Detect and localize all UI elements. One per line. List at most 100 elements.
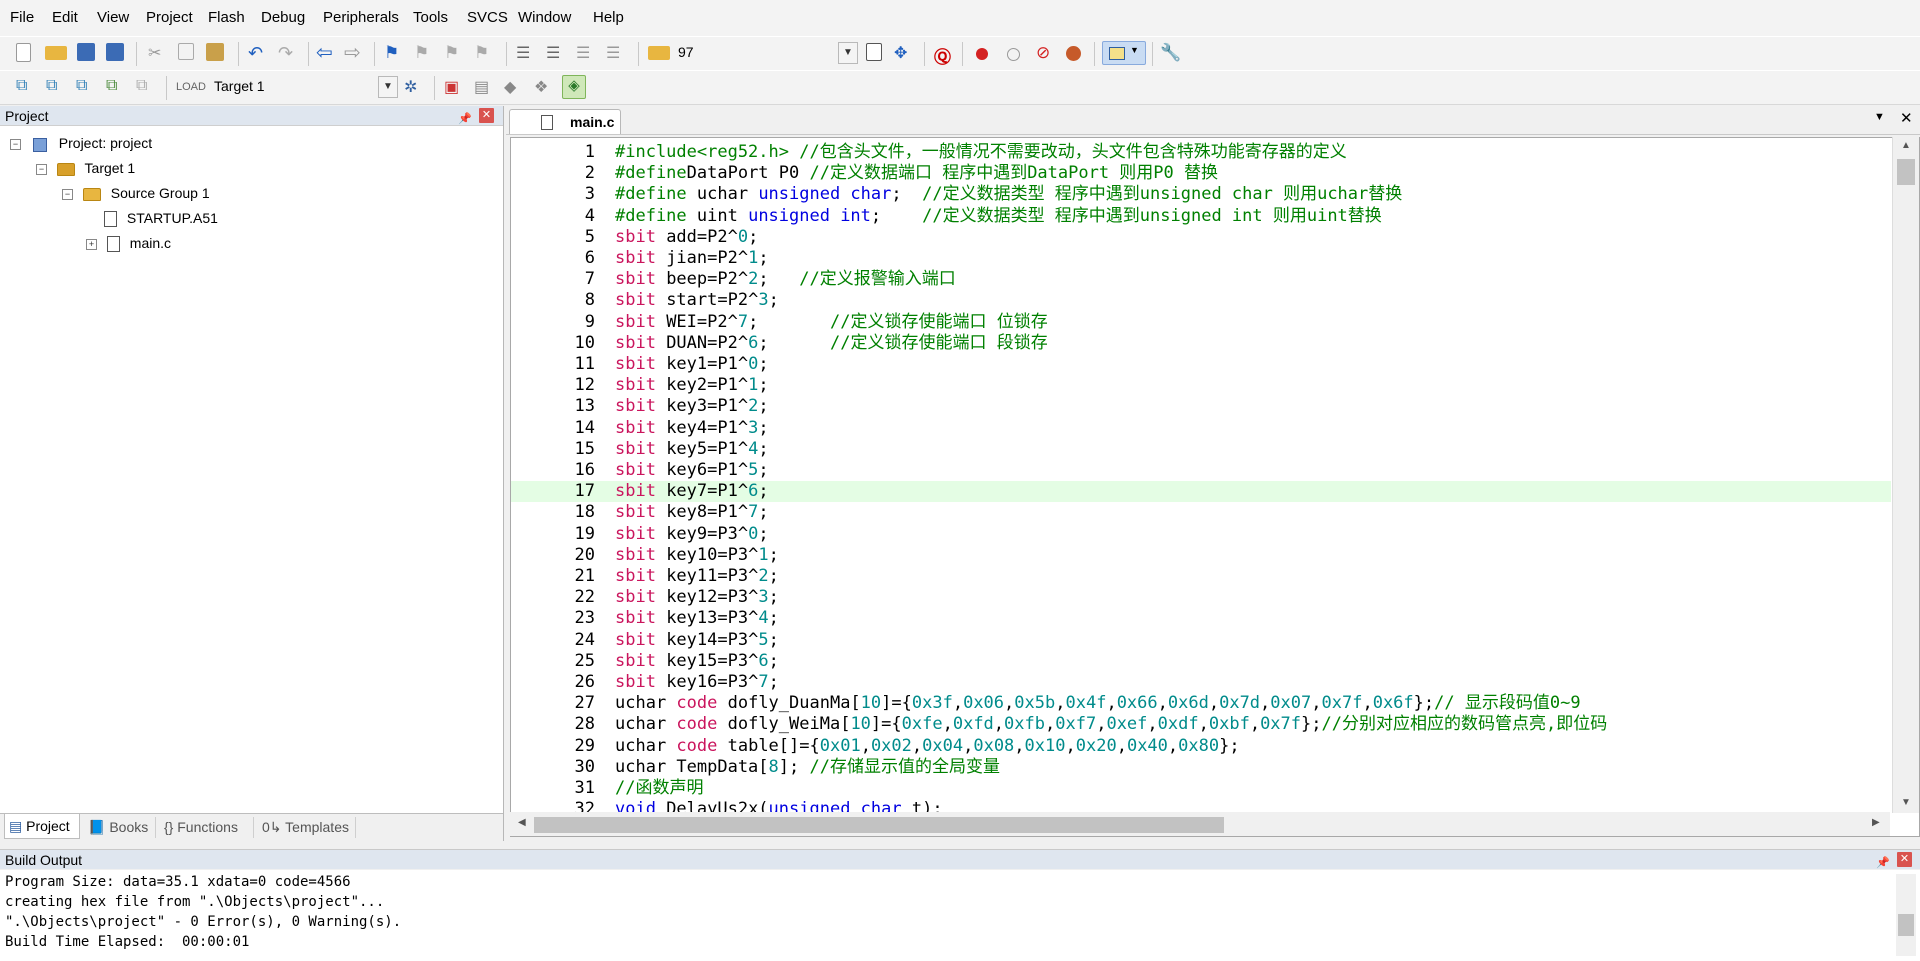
- code-line[interactable]: 26 sbit key16=P3^7;: [511, 672, 1891, 693]
- tree-project[interactable]: − Project: project: [10, 132, 152, 154]
- paste-icon[interactable]: [206, 43, 224, 61]
- menu-tools[interactable]: Tools: [413, 9, 448, 26]
- menu-debug[interactable]: Debug: [261, 9, 305, 26]
- indent-icon[interactable]: ☰: [516, 43, 538, 63]
- code-line[interactable]: 14 sbit key4=P1^3;: [511, 418, 1891, 439]
- menu-edit[interactable]: Edit: [52, 9, 78, 26]
- code-line[interactable]: 21 sbit key11=P3^2;: [511, 566, 1891, 587]
- tab-list-icon[interactable]: ▼: [1874, 111, 1885, 123]
- collapse-icon[interactable]: −: [10, 138, 21, 150]
- code-line[interactable]: 19 sbit key9=P3^0;: [511, 524, 1891, 545]
- code-line[interactable]: 28 uchar code dofly_WeiMa[10]={0xfe,0xfd,…: [511, 714, 1891, 735]
- code-line[interactable]: 13 sbit key3=P1^2;: [511, 396, 1891, 417]
- code-line[interactable]: 30 uchar TempData[8]; //存储显示值的全局变量: [511, 757, 1891, 778]
- manage-run-time-icon[interactable]: ◆: [504, 77, 526, 97]
- tab-functions[interactable]: {} Functions: [160, 817, 254, 838]
- scroll-up-icon[interactable]: ▲: [1901, 140, 1911, 151]
- tree-file[interactable]: + main.c: [86, 232, 171, 254]
- tree-group[interactable]: − Source Group 1: [62, 182, 210, 204]
- pack-installer-icon[interactable]: ❖: [534, 77, 556, 97]
- window-layout-button[interactable]: ▼: [1102, 41, 1146, 65]
- code-line[interactable]: 2 #defineDataPort P0 //定义数据端口 程序中遇到DataPo…: [511, 163, 1891, 184]
- code-line[interactable]: 8 sbit start=P2^3;: [511, 290, 1891, 311]
- code-line[interactable]: 22 sbit key12=P3^3;: [511, 587, 1891, 608]
- open-file-icon[interactable]: [45, 46, 67, 60]
- scroll-left-icon[interactable]: ◀: [518, 817, 526, 828]
- code-line[interactable]: 16 sbit key6=P1^5;: [511, 460, 1891, 481]
- find-combo[interactable]: 97 ▼: [672, 42, 858, 64]
- copy-icon[interactable]: [178, 43, 194, 60]
- clear-bookmarks-icon[interactable]: ⚑: [474, 43, 496, 63]
- collapse-icon[interactable]: −: [62, 188, 73, 200]
- debug-session-icon[interactable]: Ⓠ: [934, 43, 956, 67]
- menu-window[interactable]: Window: [518, 9, 571, 26]
- redo-icon[interactable]: ↷: [278, 43, 300, 63]
- new-file-icon[interactable]: [16, 43, 31, 62]
- close-editor-icon[interactable]: ✕: [1900, 109, 1913, 127]
- batch-build-icon[interactable]: ⧉: [106, 77, 128, 97]
- kill-all-breakpoints-icon[interactable]: [1066, 46, 1081, 61]
- scroll-right-icon[interactable]: ▶: [1872, 817, 1880, 828]
- chevron-down-icon[interactable]: ▼: [378, 76, 398, 98]
- scroll-down-icon[interactable]: ▼: [1901, 797, 1911, 808]
- vertical-scrollbar[interactable]: ▲ ▼: [1892, 137, 1919, 813]
- menu-peripherals[interactable]: Peripherals: [323, 9, 399, 26]
- code-line[interactable]: 18 sbit key8=P1^7;: [511, 502, 1891, 523]
- chevron-down-icon[interactable]: ▼: [838, 42, 858, 64]
- select-packs-icon[interactable]: ▤: [474, 77, 496, 97]
- code-line[interactable]: 25 sbit key15=P3^6;: [511, 651, 1891, 672]
- horizontal-scrollbar[interactable]: ◀ ▶: [510, 812, 1890, 836]
- build-icon[interactable]: ⧉: [46, 77, 68, 97]
- menu-file[interactable]: File: [10, 9, 34, 26]
- scroll-thumb[interactable]: [1897, 159, 1915, 185]
- code-line[interactable]: 27 uchar code dofly_DuanMa[10]={0x3f,0x06…: [511, 693, 1891, 714]
- find-in-files-icon[interactable]: [648, 46, 670, 60]
- comment-icon[interactable]: ☰: [576, 43, 598, 63]
- close-icon[interactable]: ✕: [1897, 852, 1912, 867]
- menu-view[interactable]: View: [97, 9, 129, 26]
- disable-all-breakpoints-icon[interactable]: ⊘: [1036, 43, 1058, 63]
- target-options-icon[interactable]: ✲: [404, 77, 426, 97]
- disable-breakpoint-icon[interactable]: [1007, 48, 1020, 61]
- scroll-thumb[interactable]: [1898, 914, 1914, 936]
- nav-forward-icon[interactable]: ⇨: [344, 43, 366, 63]
- tree-target[interactable]: − Target 1: [36, 157, 135, 179]
- code-line[interactable]: 9 sbit WEI=P2^7; //定义锁存使能端口 位锁存: [511, 312, 1891, 333]
- device-database-icon[interactable]: ◈: [562, 75, 586, 99]
- code-line[interactable]: 3 #define uchar unsigned char; //定义数据类型 程…: [511, 184, 1891, 205]
- scroll-thumb[interactable]: [534, 817, 1224, 833]
- tab-main-c[interactable]: main.c: [509, 109, 621, 134]
- target-select[interactable]: Target 1 ▼: [208, 76, 398, 98]
- manage-project-items-icon[interactable]: ▣: [444, 77, 466, 97]
- code-line[interactable]: 5 sbit add=P2^0;: [511, 227, 1891, 248]
- next-bookmark-icon[interactable]: ⚑: [444, 43, 466, 63]
- pin-icon[interactable]: 📌: [458, 109, 472, 129]
- code-line[interactable]: 10 sbit DUAN=P2^6; //定义锁存使能端口 段锁存: [511, 333, 1891, 354]
- code-line[interactable]: 12 sbit key2=P1^1;: [511, 375, 1891, 396]
- code-line[interactable]: 15 sbit key5=P1^4;: [511, 439, 1891, 460]
- save-all-icon[interactable]: [106, 43, 124, 61]
- save-icon[interactable]: [77, 43, 95, 61]
- code-line[interactable]: 23 sbit key13=P3^4;: [511, 608, 1891, 629]
- code-line[interactable]: 24 sbit key14=P3^5;: [511, 630, 1891, 651]
- incremental-find-icon[interactable]: ✥: [894, 43, 916, 63]
- configure-wrench-icon[interactable]: 🔧: [1160, 43, 1182, 63]
- expand-icon[interactable]: +: [86, 238, 97, 250]
- find-icon[interactable]: [866, 43, 882, 61]
- menu-svcs[interactable]: SVCS: [467, 9, 508, 26]
- close-icon[interactable]: ✕: [479, 108, 494, 123]
- code-line[interactable]: 4 #define uint unsigned int; //定义数据类型 程序中…: [511, 206, 1891, 227]
- code-line[interactable]: 31 //函数声明: [511, 778, 1891, 799]
- tab-project[interactable]: ▤ Project: [4, 814, 80, 839]
- code-line[interactable]: 17 sbit key7=P1^6;: [511, 481, 1891, 503]
- tab-templates[interactable]: 0↳ Templates: [258, 817, 356, 838]
- code-line[interactable]: 7 sbit beep=P2^2; //定义报警输入端口: [511, 269, 1891, 290]
- collapse-icon[interactable]: −: [36, 163, 47, 175]
- menu-help[interactable]: Help: [593, 9, 624, 26]
- menu-project[interactable]: Project: [146, 9, 193, 26]
- code-line[interactable]: 11 sbit key1=P1^0;: [511, 354, 1891, 375]
- download-icon[interactable]: LOAD: [176, 77, 206, 97]
- translate-icon[interactable]: ⧉: [16, 77, 38, 97]
- unindent-icon[interactable]: ☰: [546, 43, 568, 63]
- code-line[interactable]: 20 sbit key10=P3^1;: [511, 545, 1891, 566]
